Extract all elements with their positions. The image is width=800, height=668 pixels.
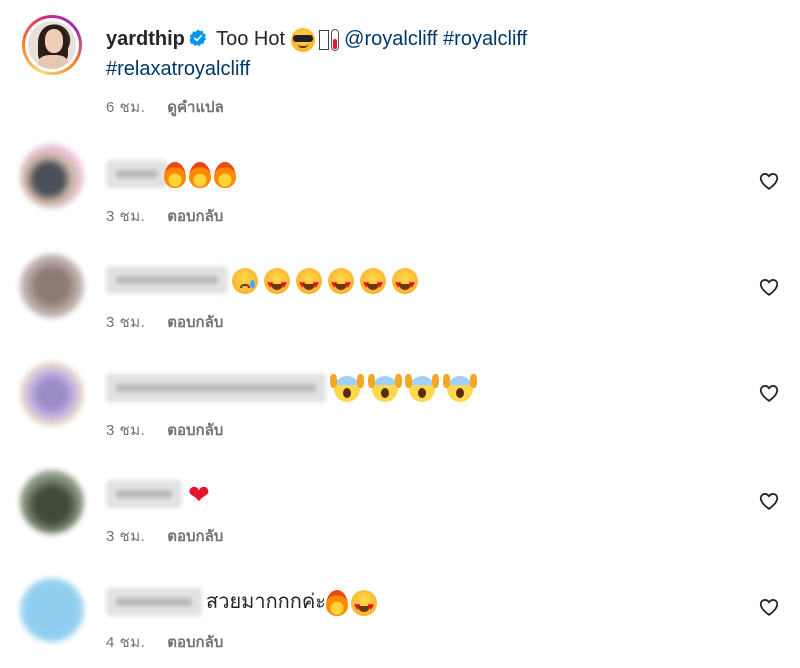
commenter-username-blurred[interactable]: [106, 480, 182, 508]
heart-eyes-emoji: [296, 267, 322, 299]
reply-button[interactable]: ตอบกลับ: [167, 204, 223, 228]
screaming-face-emoji: [442, 373, 477, 402]
commenter-avatar[interactable]: [20, 362, 84, 426]
commenter-username-blurred[interactable]: [106, 266, 228, 294]
post-caption: yardthip Too Hot @royalcliff #royalcliff…: [0, 0, 800, 130]
screaming-face-emoji: [405, 373, 440, 402]
comment-text: [330, 373, 479, 402]
like-heart-icon[interactable]: [758, 490, 780, 512]
verified-badge-icon: [189, 29, 207, 47]
comment-item: 3 ชม. ตอบกลับ: [0, 140, 800, 246]
caption-lead-text: Too Hot: [216, 28, 286, 50]
comment-item: ❤ 3 ชม. ตอบกลับ: [0, 464, 800, 570]
screaming-face-emoji: [330, 373, 364, 402]
commenter-avatar[interactable]: [20, 144, 84, 208]
comment-text: สวยมากกกค่ะ: [206, 588, 383, 621]
comment-meta: 3 ชม. ตอบกลับ: [106, 204, 223, 228]
reply-button[interactable]: ตอบกลับ: [167, 310, 223, 334]
comment-item: 3 ชม. ตอบกลับ: [0, 248, 800, 354]
fire-emoji: [214, 161, 236, 188]
like-heart-icon[interactable]: [758, 276, 780, 298]
like-heart-icon[interactable]: [758, 596, 780, 618]
comment-body: สวยมากกกค่ะ: [206, 591, 327, 613]
comment-item: สวยมากกกค่ะ 4 ชม. ตอบกลับ: [0, 572, 800, 668]
caption-meta: 6 ชม. ดูคำแปล: [106, 95, 224, 119]
fire-emoji: [326, 589, 349, 616]
heart-eyes-emoji: [351, 589, 378, 621]
timestamp: 3 ชม.: [106, 422, 146, 439]
heart-eyes-emoji: [328, 267, 354, 299]
timestamp: 3 ชม.: [106, 314, 146, 331]
heart-eyes-emoji: [264, 267, 290, 299]
sunglasses-face-emoji: [290, 27, 315, 52]
commenter-username-blurred[interactable]: [106, 588, 202, 616]
comment-item: 3 ชม. ตอบกลับ: [0, 356, 800, 462]
comment-meta: 4 ชม. ตอบกลับ: [106, 630, 223, 654]
heart-eyes-emoji: [360, 267, 386, 299]
reply-button[interactable]: ตอบกลับ: [167, 418, 223, 442]
author-avatar[interactable]: [22, 15, 82, 75]
mention-link[interactable]: @royalcliff: [344, 28, 437, 50]
like-heart-icon[interactable]: [758, 382, 780, 404]
comment-text: [164, 160, 239, 188]
unsupported-glyph-box: [318, 29, 329, 50]
timestamp: 3 ชม.: [106, 208, 146, 225]
reply-button[interactable]: ตอบกลับ: [167, 630, 223, 654]
fire-emoji: [189, 161, 211, 188]
comment-meta: 3 ชม. ตอบกลับ: [106, 310, 223, 334]
hashtag-link[interactable]: #royalcliff: [443, 28, 527, 50]
timestamp: 6 ชม.: [106, 99, 146, 116]
commenter-username-blurred[interactable]: [106, 160, 168, 188]
commenter-avatar[interactable]: [20, 470, 84, 534]
comment-text: [232, 266, 424, 299]
red-heart-emoji: ❤: [188, 479, 210, 510]
reply-button[interactable]: ตอบกลับ: [167, 524, 223, 548]
sad-tear-face-emoji: [232, 267, 258, 294]
timestamp: 3 ชม.: [106, 528, 146, 545]
commenter-avatar[interactable]: [20, 578, 84, 642]
commenter-username-blurred[interactable]: [106, 374, 326, 402]
caption-text: yardthip Too Hot @royalcliff #royalcliff…: [106, 24, 766, 84]
heart-eyes-emoji: [392, 267, 418, 299]
timestamp: 4 ชม.: [106, 634, 146, 651]
comment-meta: 3 ชม. ตอบกลับ: [106, 524, 223, 548]
like-heart-icon[interactable]: [758, 170, 780, 192]
thermometer-emoji: [330, 28, 339, 51]
commenter-avatar[interactable]: [20, 254, 84, 318]
screaming-face-emoji: [367, 373, 402, 402]
comment-meta: 3 ชม. ตอบกลับ: [106, 418, 223, 442]
comment-text: ❤: [188, 480, 210, 508]
hashtag-link[interactable]: #relaxatroyalcliff: [106, 58, 250, 80]
see-translation-button[interactable]: ดูคำแปล: [167, 95, 224, 119]
author-username[interactable]: yardthip: [106, 28, 185, 50]
fire-emoji: [164, 161, 186, 188]
